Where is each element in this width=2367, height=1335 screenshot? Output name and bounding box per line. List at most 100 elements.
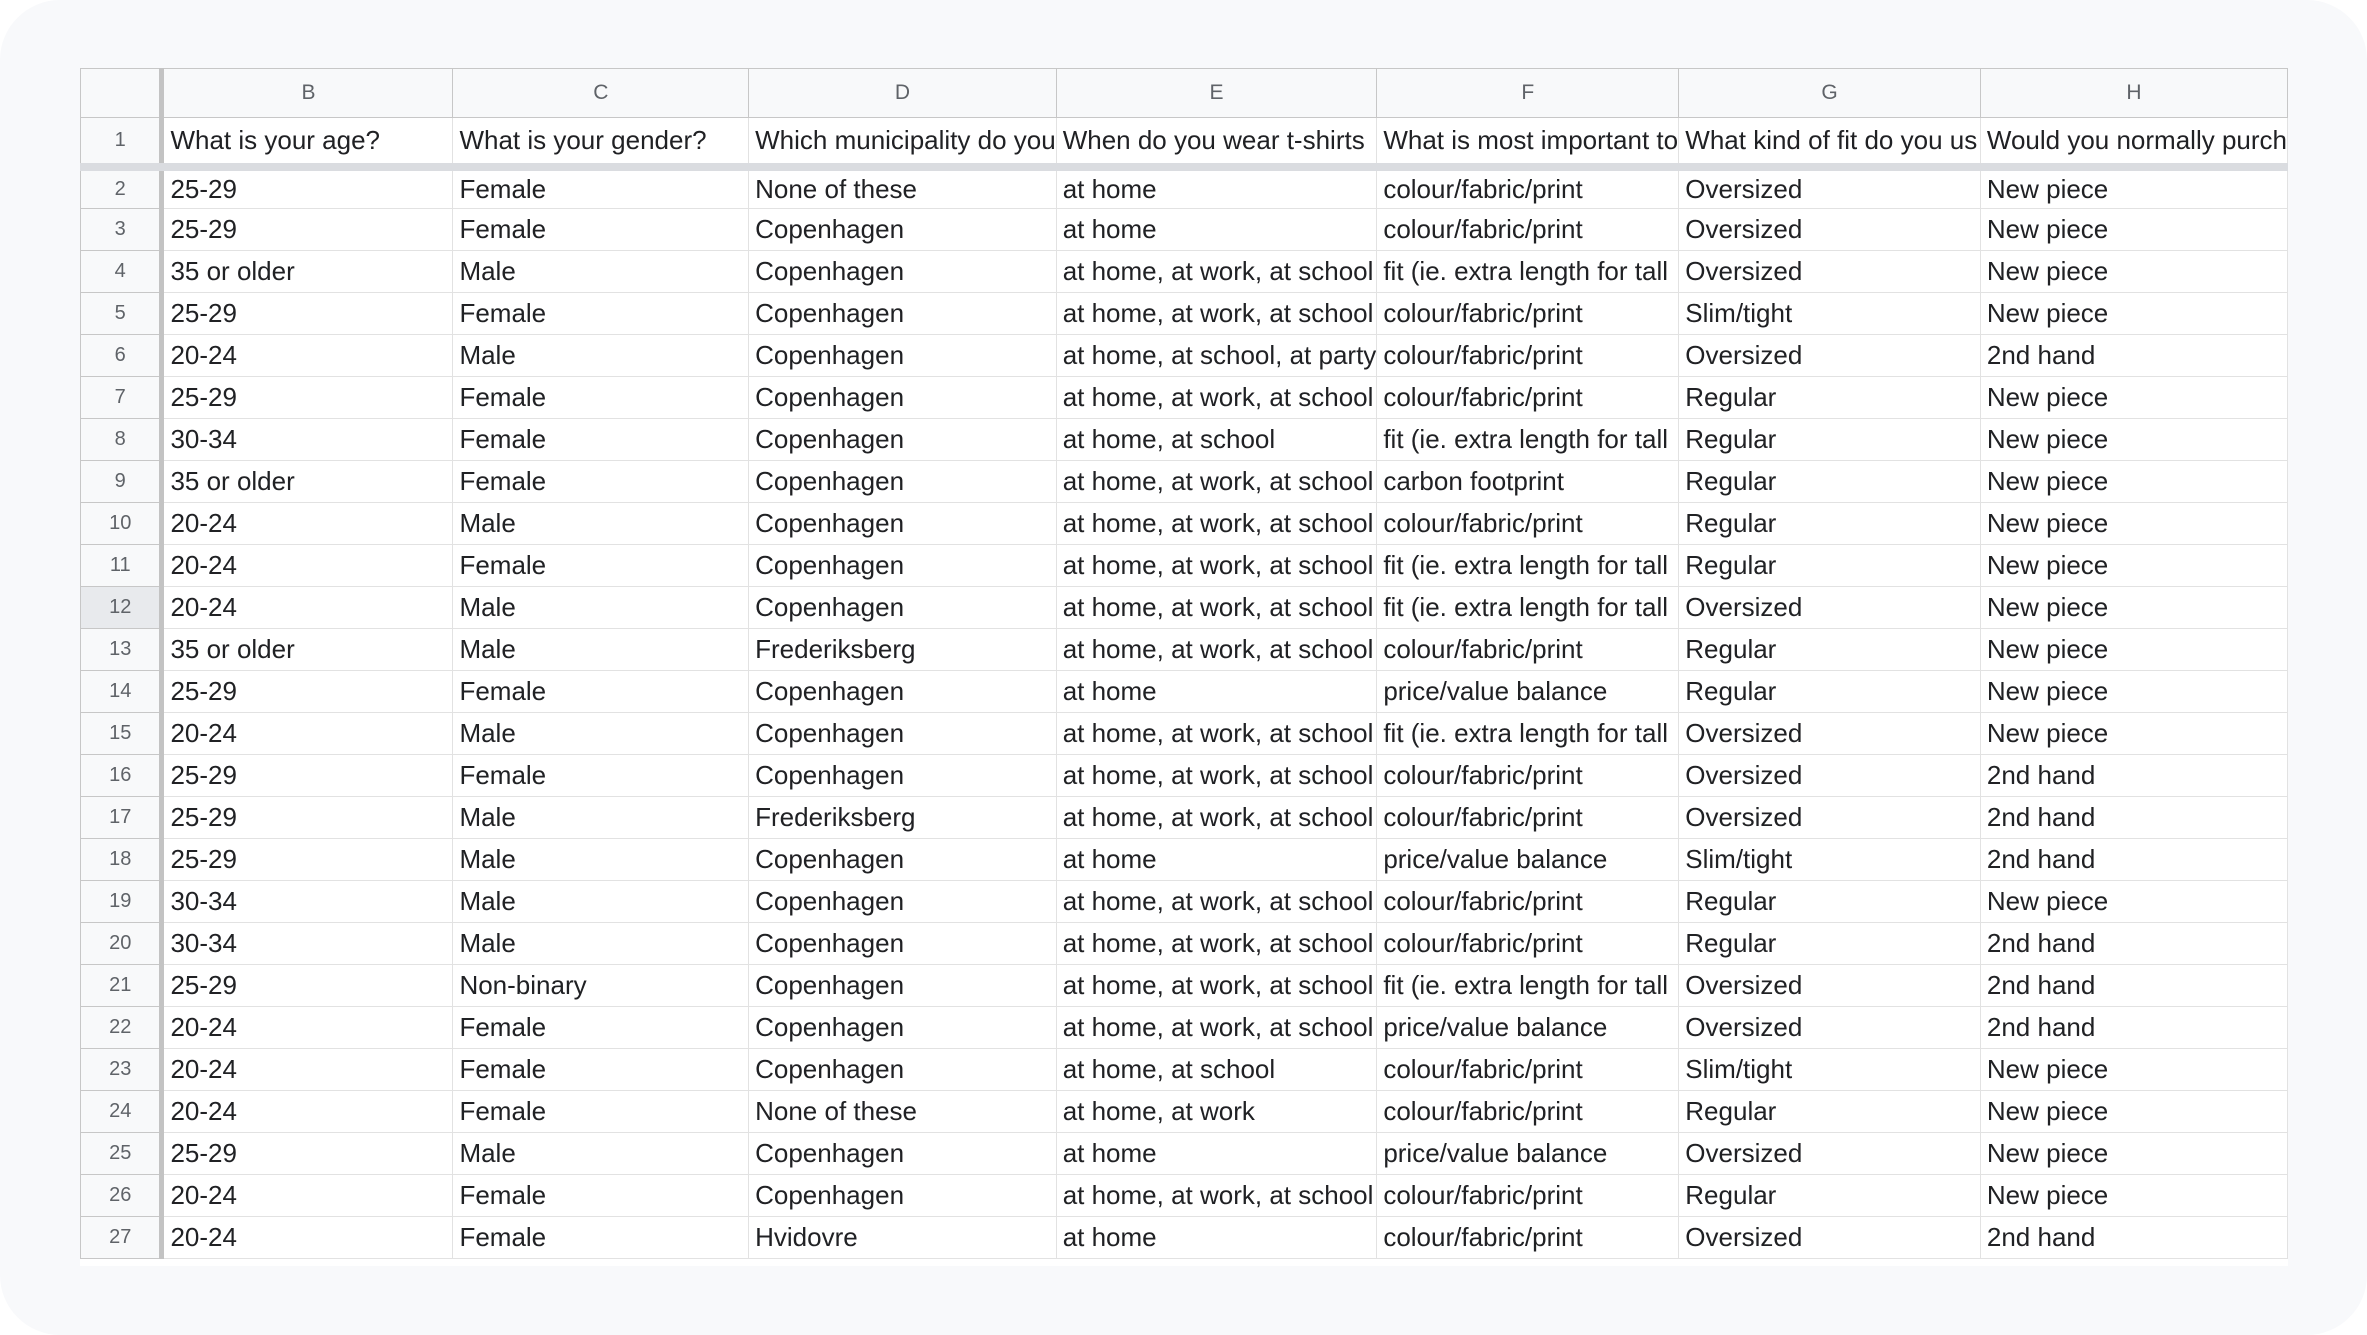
cell-purchase[interactable]: New piece bbox=[1979, 544, 2288, 587]
cell-fit[interactable]: Oversized bbox=[1678, 208, 1981, 251]
cell-municipality[interactable]: Frederiksberg bbox=[748, 628, 1057, 671]
cell-question-importance[interactable]: What is most important to bbox=[1376, 117, 1680, 171]
cell-importance[interactable]: colour/fabric/print bbox=[1376, 1216, 1680, 1259]
cell-fit[interactable]: Oversized bbox=[1678, 1132, 1981, 1175]
cell-age[interactable]: 25-29 bbox=[159, 964, 454, 1007]
cell-purchase[interactable]: 2nd hand bbox=[1979, 334, 2288, 377]
cell-wear-occasion[interactable]: at home, at work, at school bbox=[1055, 964, 1378, 1007]
cell-age[interactable]: 30-34 bbox=[159, 418, 454, 461]
cell-fit[interactable]: Slim/tight bbox=[1678, 838, 1981, 881]
cell-municipality[interactable]: Copenhagen bbox=[748, 754, 1057, 797]
cell-gender[interactable]: Male bbox=[452, 880, 750, 923]
row-header[interactable]: 9 bbox=[80, 460, 163, 503]
row-header[interactable]: 7 bbox=[80, 376, 163, 419]
cell-purchase[interactable]: New piece bbox=[1979, 1174, 2288, 1217]
cell-fit[interactable]: Oversized bbox=[1678, 166, 1981, 209]
cell-fit[interactable]: Regular bbox=[1678, 922, 1981, 965]
cell-importance[interactable]: colour/fabric/print bbox=[1376, 376, 1680, 419]
cell-wear-occasion[interactable]: at home, at work, at school bbox=[1055, 460, 1378, 503]
cell-age[interactable]: 25-29 bbox=[159, 838, 454, 881]
cell-gender[interactable]: Male bbox=[452, 838, 750, 881]
cell-importance[interactable]: colour/fabric/print bbox=[1376, 754, 1680, 797]
cell-importance[interactable]: colour/fabric/print bbox=[1376, 1090, 1680, 1133]
cell-municipality[interactable]: Copenhagen bbox=[748, 1132, 1057, 1175]
cell-municipality[interactable]: Copenhagen bbox=[748, 544, 1057, 587]
cell-wear-occasion[interactable]: at home bbox=[1055, 208, 1378, 251]
cell-age[interactable]: 25-29 bbox=[159, 376, 454, 419]
cell-fit[interactable]: Regular bbox=[1678, 1090, 1981, 1133]
row-header[interactable]: 16 bbox=[80, 754, 163, 797]
cell-age[interactable]: 30-34 bbox=[159, 922, 454, 965]
cell-purchase[interactable]: New piece bbox=[1979, 250, 2288, 293]
column-header-b[interactable]: B bbox=[161, 68, 454, 118]
cell-municipality[interactable]: Copenhagen bbox=[748, 292, 1057, 335]
cell-purchase[interactable]: 2nd hand bbox=[1979, 1216, 2288, 1259]
row-header[interactable]: 18 bbox=[80, 838, 163, 881]
cell-age[interactable]: 20-24 bbox=[159, 1048, 454, 1091]
cell-purchase[interactable]: New piece bbox=[1979, 418, 2288, 461]
cell-fit[interactable]: Regular bbox=[1678, 460, 1981, 503]
cell-municipality[interactable]: Copenhagen bbox=[748, 670, 1057, 713]
cell-fit[interactable]: Oversized bbox=[1678, 1216, 1981, 1259]
column-header-h[interactable]: H bbox=[1979, 68, 2288, 118]
cell-importance[interactable]: price/value balance bbox=[1376, 838, 1680, 881]
cell-importance[interactable]: colour/fabric/print bbox=[1376, 502, 1680, 545]
cell-age[interactable]: 20-24 bbox=[159, 1006, 454, 1049]
row-header[interactable]: 26 bbox=[80, 1174, 163, 1217]
cell-municipality[interactable]: Copenhagen bbox=[748, 922, 1057, 965]
row-header[interactable]: 1 bbox=[80, 117, 163, 171]
row-header[interactable]: 10 bbox=[80, 502, 163, 545]
row-header[interactable]: 22 bbox=[80, 1006, 163, 1049]
row-header[interactable]: 15 bbox=[80, 712, 163, 755]
cell-municipality[interactable]: None of these bbox=[748, 1090, 1057, 1133]
cell-fit[interactable]: Oversized bbox=[1678, 250, 1981, 293]
cell-municipality[interactable]: Copenhagen bbox=[748, 880, 1057, 923]
row-header[interactable]: 25 bbox=[80, 1132, 163, 1175]
cell-fit[interactable]: Regular bbox=[1678, 1174, 1981, 1217]
cell-age[interactable]: 20-24 bbox=[159, 502, 454, 545]
row-header[interactable]: 2 bbox=[80, 166, 163, 209]
cell-wear-occasion[interactable]: at home, at school, at party bbox=[1055, 334, 1378, 377]
cell-fit[interactable]: Regular bbox=[1678, 628, 1981, 671]
cell-gender[interactable]: Female bbox=[452, 1006, 750, 1049]
cell-fit[interactable]: Regular bbox=[1678, 880, 1981, 923]
cell-wear-occasion[interactable]: at home, at work, at school bbox=[1055, 544, 1378, 587]
cell-age[interactable]: 35 or older bbox=[159, 628, 454, 671]
cell-wear-occasion[interactable]: at home, at work, at school bbox=[1055, 292, 1378, 335]
cell-importance[interactable]: fit (ie. extra length for tall bbox=[1376, 418, 1680, 461]
cell-age[interactable]: 20-24 bbox=[159, 586, 454, 629]
cell-age[interactable]: 25-29 bbox=[159, 1132, 454, 1175]
cell-gender[interactable]: Male bbox=[452, 586, 750, 629]
cell-gender[interactable]: Female bbox=[452, 208, 750, 251]
row-header[interactable]: 19 bbox=[80, 880, 163, 923]
cell-fit[interactable]: Oversized bbox=[1678, 964, 1981, 1007]
row-header[interactable]: 11 bbox=[80, 544, 163, 587]
cell-municipality[interactable]: None of these bbox=[748, 166, 1057, 209]
cell-wear-occasion[interactable]: at home bbox=[1055, 1216, 1378, 1259]
cell-importance[interactable]: carbon footprint bbox=[1376, 460, 1680, 503]
cell-municipality[interactable]: Copenhagen bbox=[748, 712, 1057, 755]
cell-age[interactable]: 25-29 bbox=[159, 292, 454, 335]
cell-wear-occasion[interactable]: at home, at work, at school bbox=[1055, 250, 1378, 293]
cell-purchase[interactable]: New piece bbox=[1979, 586, 2288, 629]
cell-gender[interactable]: Female bbox=[452, 1090, 750, 1133]
row-header[interactable]: 24 bbox=[80, 1090, 163, 1133]
cell-importance[interactable]: colour/fabric/print bbox=[1376, 796, 1680, 839]
cell-importance[interactable]: price/value balance bbox=[1376, 670, 1680, 713]
cell-fit[interactable]: Regular bbox=[1678, 670, 1981, 713]
cell-age[interactable]: 30-34 bbox=[159, 880, 454, 923]
cell-wear-occasion[interactable]: at home, at work, at school bbox=[1055, 754, 1378, 797]
cell-wear-occasion[interactable]: at home bbox=[1055, 838, 1378, 881]
cell-municipality[interactable]: Hvidovre bbox=[748, 1216, 1057, 1259]
cell-gender[interactable]: Male bbox=[452, 712, 750, 755]
cell-importance[interactable]: colour/fabric/print bbox=[1376, 922, 1680, 965]
row-header[interactable]: 12 bbox=[80, 586, 163, 629]
column-header-f[interactable]: F bbox=[1376, 68, 1680, 118]
cell-importance[interactable]: fit (ie. extra length for tall bbox=[1376, 586, 1680, 629]
cell-wear-occasion[interactable]: at home, at work, at school bbox=[1055, 1174, 1378, 1217]
cell-question-age[interactable]: What is your age? bbox=[159, 117, 454, 171]
cell-age[interactable]: 20-24 bbox=[159, 544, 454, 587]
cell-gender[interactable]: Female bbox=[452, 418, 750, 461]
row-header[interactable]: 14 bbox=[80, 670, 163, 713]
cell-wear-occasion[interactable]: at home, at work, at school bbox=[1055, 922, 1378, 965]
